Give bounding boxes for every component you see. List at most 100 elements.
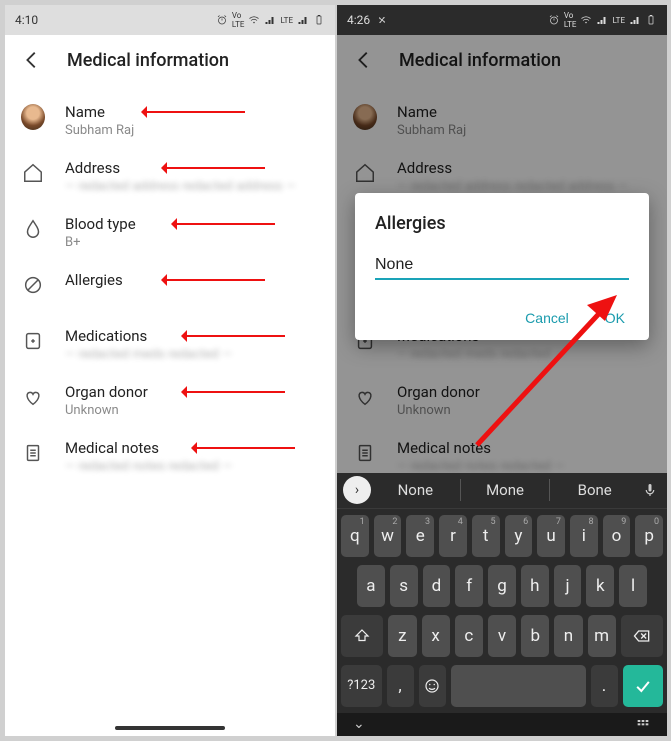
fan-icon bbox=[376, 14, 388, 26]
key-k[interactable]: k bbox=[586, 565, 614, 607]
row-meds[interactable]: Medications— redacted meds redacted — bbox=[5, 317, 335, 373]
dialog-title: Allergies bbox=[375, 213, 629, 234]
cancel-button[interactable]: Cancel bbox=[521, 304, 573, 332]
key-m[interactable]: m bbox=[588, 615, 616, 657]
key-h[interactable]: h bbox=[521, 565, 549, 607]
signal-icon bbox=[297, 14, 309, 26]
wifi-icon bbox=[248, 14, 260, 26]
net-label: LTE bbox=[612, 16, 625, 25]
shift-icon bbox=[353, 627, 371, 645]
keyboard-switcher-icon[interactable] bbox=[635, 716, 651, 732]
battery-icon bbox=[645, 14, 657, 26]
backspace-key[interactable] bbox=[621, 615, 663, 657]
field-label: Name bbox=[65, 103, 319, 121]
key-t[interactable]: t5 bbox=[472, 515, 500, 557]
key-u[interactable]: u7 bbox=[537, 515, 565, 557]
row-blood[interactable]: Blood type B+ bbox=[5, 205, 335, 261]
comma-key[interactable]: , bbox=[387, 665, 414, 707]
suggestion[interactable]: Mone bbox=[465, 481, 546, 499]
check-icon bbox=[633, 676, 653, 696]
allergies-input[interactable] bbox=[375, 252, 629, 280]
key-b[interactable]: b bbox=[521, 615, 549, 657]
key-j[interactable]: j bbox=[554, 565, 582, 607]
alarm-icon bbox=[548, 14, 560, 26]
avatar bbox=[21, 104, 45, 130]
blood-icon bbox=[21, 217, 45, 241]
field-value: — redacted address redacted address — bbox=[65, 179, 319, 194]
row-notes[interactable]: Medical notes — redacted notes redacted — bbox=[5, 429, 335, 485]
battery-icon bbox=[313, 14, 325, 26]
emoji-key[interactable] bbox=[419, 665, 446, 707]
status-icons: VoLTE LTE bbox=[548, 11, 657, 29]
key-s[interactable]: s bbox=[390, 565, 418, 607]
signal-icon bbox=[264, 14, 276, 26]
key-z[interactable]: z bbox=[388, 615, 416, 657]
status-icons: VoLTE LTE bbox=[216, 11, 325, 29]
key-q[interactable]: q1 bbox=[341, 515, 369, 557]
status-time: 4:26 bbox=[347, 13, 370, 27]
field-label: Blood type bbox=[65, 215, 319, 233]
nav-collapse-icon[interactable]: ⌄ bbox=[353, 716, 365, 732]
status-bar: 4:26 VoLTE LTE bbox=[337, 5, 667, 35]
key-v[interactable]: v bbox=[488, 615, 516, 657]
key-p[interactable]: p0 bbox=[635, 515, 663, 557]
key-x[interactable]: x bbox=[422, 615, 450, 657]
phone-right: 4:26 VoLTE LTE Medical information NameS… bbox=[337, 5, 667, 736]
signal-icon bbox=[596, 14, 608, 26]
row-address[interactable]: Address — redacted address redacted addre… bbox=[5, 149, 335, 205]
key-r[interactable]: r4 bbox=[439, 515, 467, 557]
nav-bar: ⌄ bbox=[337, 713, 667, 736]
key-d[interactable]: d bbox=[423, 565, 451, 607]
field-label: Organ donor bbox=[65, 383, 319, 401]
key-l[interactable]: l bbox=[619, 565, 647, 607]
space-key[interactable] bbox=[451, 665, 586, 707]
net-label: LTE bbox=[280, 16, 293, 25]
clipboard-icon bbox=[21, 441, 45, 465]
symbols-key[interactable]: ?123 bbox=[341, 665, 382, 707]
field-value: — redacted meds redacted — bbox=[65, 347, 319, 362]
shift-key[interactable] bbox=[341, 615, 383, 657]
suggestion[interactable]: Bone bbox=[554, 481, 635, 499]
emoji-icon bbox=[423, 677, 441, 695]
key-y[interactable]: y6 bbox=[505, 515, 533, 557]
field-value: — redacted notes redacted — bbox=[65, 459, 319, 474]
keyboard: › None Mone Bone q1w2e3r4t5y6u7i8o9p0 as… bbox=[337, 473, 667, 736]
enter-key[interactable] bbox=[623, 665, 664, 707]
alarm-icon bbox=[216, 14, 228, 26]
key-a[interactable]: a bbox=[357, 565, 385, 607]
suggestion-bar: › None Mone Bone bbox=[337, 473, 667, 509]
row-name[interactable]: NameSubham Raj bbox=[5, 93, 335, 149]
back-icon[interactable] bbox=[21, 49, 43, 71]
ok-button[interactable]: OK bbox=[601, 304, 629, 332]
key-e[interactable]: e3 bbox=[406, 515, 434, 557]
backspace-icon bbox=[632, 626, 652, 646]
key-w[interactable]: w2 bbox=[374, 515, 402, 557]
key-n[interactable]: n bbox=[554, 615, 582, 657]
field-label: Medical notes bbox=[65, 439, 319, 457]
phone-left: 4:10 VoLTE LTE Medical information NameS… bbox=[5, 5, 335, 736]
wifi-icon bbox=[580, 14, 592, 26]
volte-icon: VoLTE bbox=[232, 11, 245, 29]
expand-icon[interactable]: › bbox=[343, 476, 371, 504]
volte-icon: VoLTE bbox=[564, 11, 577, 29]
row-organ[interactable]: Organ donor Unknown bbox=[5, 373, 335, 429]
app-bar: Medical information bbox=[5, 35, 335, 85]
page-title: Medical information bbox=[67, 50, 229, 71]
field-label: Address bbox=[65, 159, 319, 177]
key-f[interactable]: f bbox=[455, 565, 483, 607]
home-indicator[interactable] bbox=[115, 726, 225, 730]
key-o[interactable]: o9 bbox=[603, 515, 631, 557]
signal-icon bbox=[629, 14, 641, 26]
mic-icon[interactable] bbox=[639, 481, 661, 499]
field-value: Unknown bbox=[65, 403, 319, 418]
suggestion[interactable]: None bbox=[375, 481, 456, 499]
key-c[interactable]: c bbox=[455, 615, 483, 657]
status-time: 4:10 bbox=[15, 13, 38, 27]
row-allergies[interactable]: Allergies bbox=[5, 261, 335, 317]
key-i[interactable]: i8 bbox=[570, 515, 598, 557]
pill-icon bbox=[21, 329, 45, 353]
medical-list: NameSubham Raj Address — redacted address … bbox=[5, 85, 335, 493]
field-value: B+ bbox=[65, 235, 319, 250]
key-g[interactable]: g bbox=[488, 565, 516, 607]
period-key[interactable]: . bbox=[591, 665, 618, 707]
